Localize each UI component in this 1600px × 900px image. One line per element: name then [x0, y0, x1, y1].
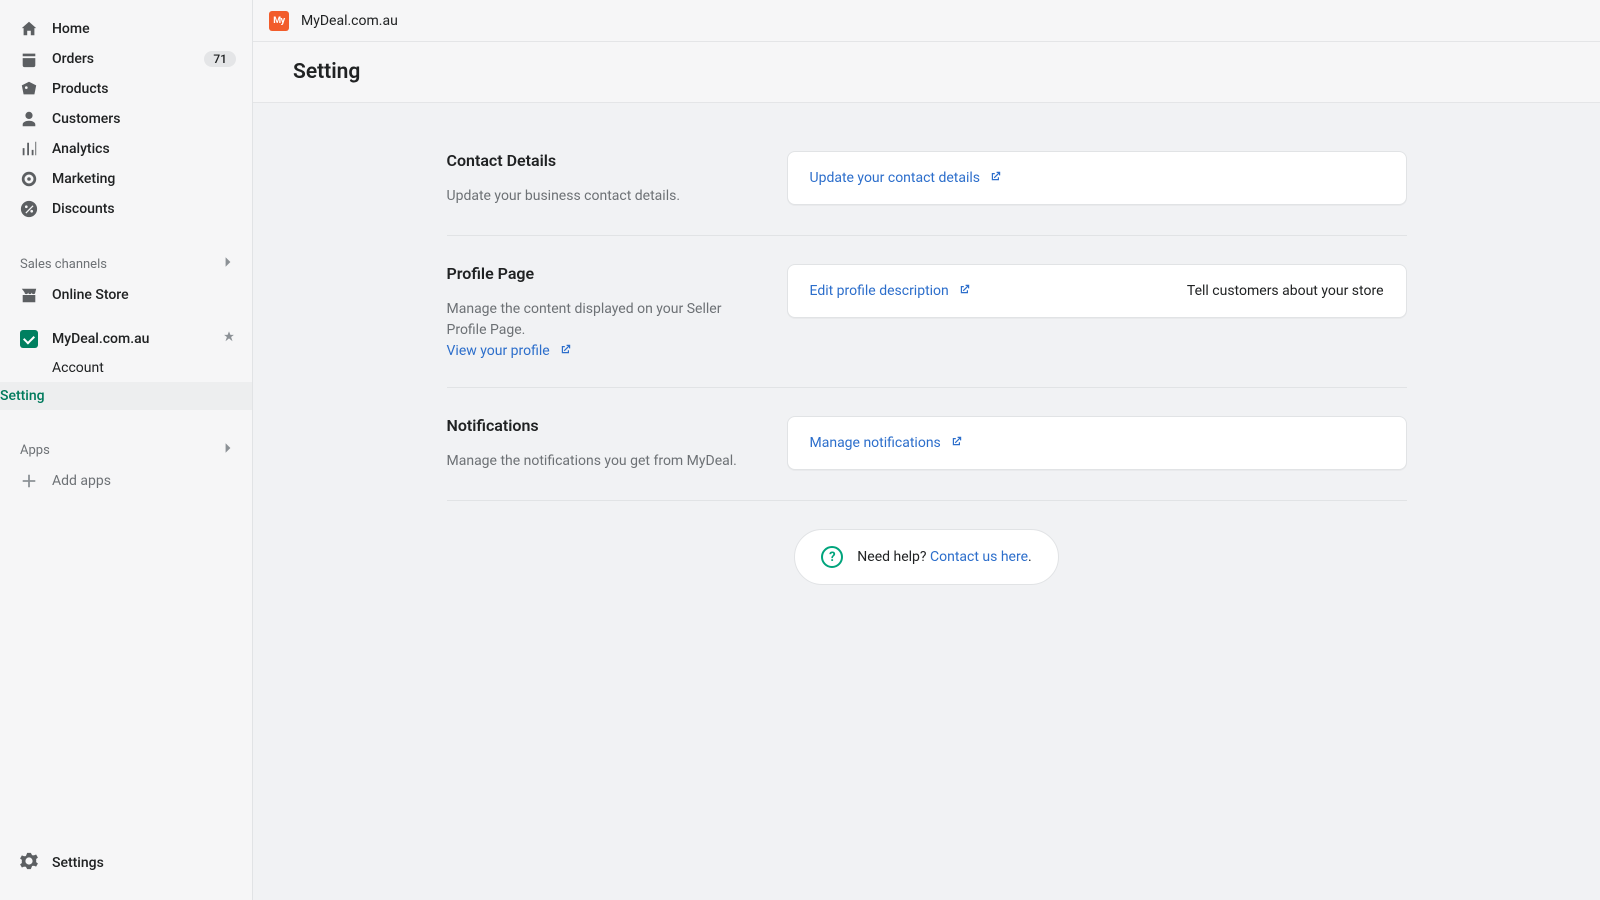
products-icon: [20, 80, 38, 98]
channel-mydeal[interactable]: MyDeal.com.au: [0, 324, 252, 354]
profile-heading: Profile Page: [447, 264, 747, 283]
contact-card: Update your contact details: [787, 151, 1407, 205]
add-apps-label: Add apps: [52, 473, 111, 489]
profile-card: Edit profile description Tell customers …: [787, 264, 1407, 318]
section-profile: Profile Page Manage the content displaye…: [447, 236, 1407, 388]
customers-icon: [20, 110, 38, 128]
external-link-icon: [959, 283, 971, 299]
contact-description: Update your business contact details.: [447, 186, 747, 207]
home-icon: [20, 20, 38, 38]
add-apps[interactable]: Add apps: [0, 466, 252, 496]
nav-home[interactable]: Home: [0, 14, 252, 44]
topbar: My MyDeal.com.au: [253, 0, 1600, 42]
main: My MyDeal.com.au Setting Contact Details…: [253, 0, 1600, 900]
channel-online-store-label: Online Store: [52, 287, 129, 303]
subnav-setting[interactable]: Setting: [0, 382, 252, 410]
chevron-right-icon: [220, 254, 236, 274]
nav-analytics[interactable]: Analytics: [0, 134, 252, 164]
store-icon: [20, 286, 38, 304]
nav-products-label: Products: [52, 81, 109, 97]
apps-label: Apps: [20, 443, 50, 458]
subnav-setting-label: Setting: [0, 388, 45, 404]
nav-settings[interactable]: Settings: [0, 844, 252, 900]
view-profile-link[interactable]: View your profile: [447, 343, 572, 359]
orders-icon: [20, 50, 38, 68]
channel-mydeal-label: MyDeal.com.au: [52, 331, 149, 347]
update-contact-link[interactable]: Update your contact details: [810, 170, 1003, 186]
page-title: Setting: [293, 60, 1580, 84]
mydeal-app-icon: [20, 330, 38, 348]
nav-marketing-label: Marketing: [52, 171, 115, 187]
nav-products[interactable]: Products: [0, 74, 252, 104]
plus-icon: [20, 472, 38, 490]
nav-marketing[interactable]: Marketing: [0, 164, 252, 194]
topbar-title: MyDeal.com.au: [301, 13, 398, 29]
help-box: ? Need help? Contact us here.: [794, 529, 1058, 585]
view-profile-link-text: View your profile: [447, 343, 550, 359]
notifications-description: Manage the notifications you get from My…: [447, 451, 747, 472]
nav-analytics-label: Analytics: [52, 141, 110, 157]
gear-icon: [20, 852, 38, 874]
external-link-icon: [951, 435, 963, 451]
section-contact: Contact Details Update your business con…: [447, 123, 1407, 236]
update-contact-link-text: Update your contact details: [810, 170, 981, 186]
chevron-right-icon: [220, 440, 236, 460]
nav-customers-label: Customers: [52, 111, 120, 127]
nav-orders[interactable]: Orders 71: [0, 44, 252, 74]
contact-heading: Contact Details: [447, 151, 747, 170]
section-notifications: Notifications Manage the notifications y…: [447, 388, 1407, 501]
external-link-icon: [990, 170, 1002, 186]
external-link-icon: [560, 343, 572, 359]
mydeal-logo-icon: My: [269, 11, 289, 31]
nav-home-label: Home: [52, 21, 90, 37]
apps-header[interactable]: Apps: [0, 432, 252, 466]
edit-profile-link-text: Edit profile description: [810, 283, 949, 299]
help-prefix: Need help?: [857, 549, 930, 565]
nav-orders-label: Orders: [52, 51, 94, 67]
profile-description: Manage the content displayed on your Sel…: [447, 299, 747, 341]
help-suffix: .: [1028, 549, 1032, 565]
notifications-heading: Notifications: [447, 416, 747, 435]
sales-channels-label: Sales channels: [20, 257, 107, 272]
subnav-account-label: Account: [52, 360, 104, 376]
profile-card-text: Tell customers about your store: [1187, 283, 1384, 299]
contact-us-link[interactable]: Contact us here: [930, 549, 1028, 565]
content-scroll[interactable]: Contact Details Update your business con…: [253, 103, 1600, 900]
orders-badge: 71: [204, 51, 236, 67]
manage-notifications-link[interactable]: Manage notifications: [810, 435, 963, 451]
sidebar: Home Orders 71 Products Customers Analyt…: [0, 0, 253, 900]
nav-settings-label: Settings: [52, 855, 104, 871]
edit-profile-link[interactable]: Edit profile description: [810, 283, 971, 299]
help-icon: ?: [821, 546, 843, 568]
notifications-card: Manage notifications: [787, 416, 1407, 470]
discounts-icon: [20, 200, 38, 218]
page-header: Setting: [253, 42, 1600, 103]
channel-online-store[interactable]: Online Store: [0, 280, 252, 310]
pin-icon[interactable]: [222, 330, 236, 348]
sales-channels-header[interactable]: Sales channels: [0, 246, 252, 280]
manage-notifications-link-text: Manage notifications: [810, 435, 941, 451]
nav-discounts[interactable]: Discounts: [0, 194, 252, 224]
nav-customers[interactable]: Customers: [0, 104, 252, 134]
analytics-icon: [20, 140, 38, 158]
subnav-account[interactable]: Account: [52, 354, 252, 382]
marketing-icon: [20, 170, 38, 188]
nav-discounts-label: Discounts: [52, 201, 115, 217]
